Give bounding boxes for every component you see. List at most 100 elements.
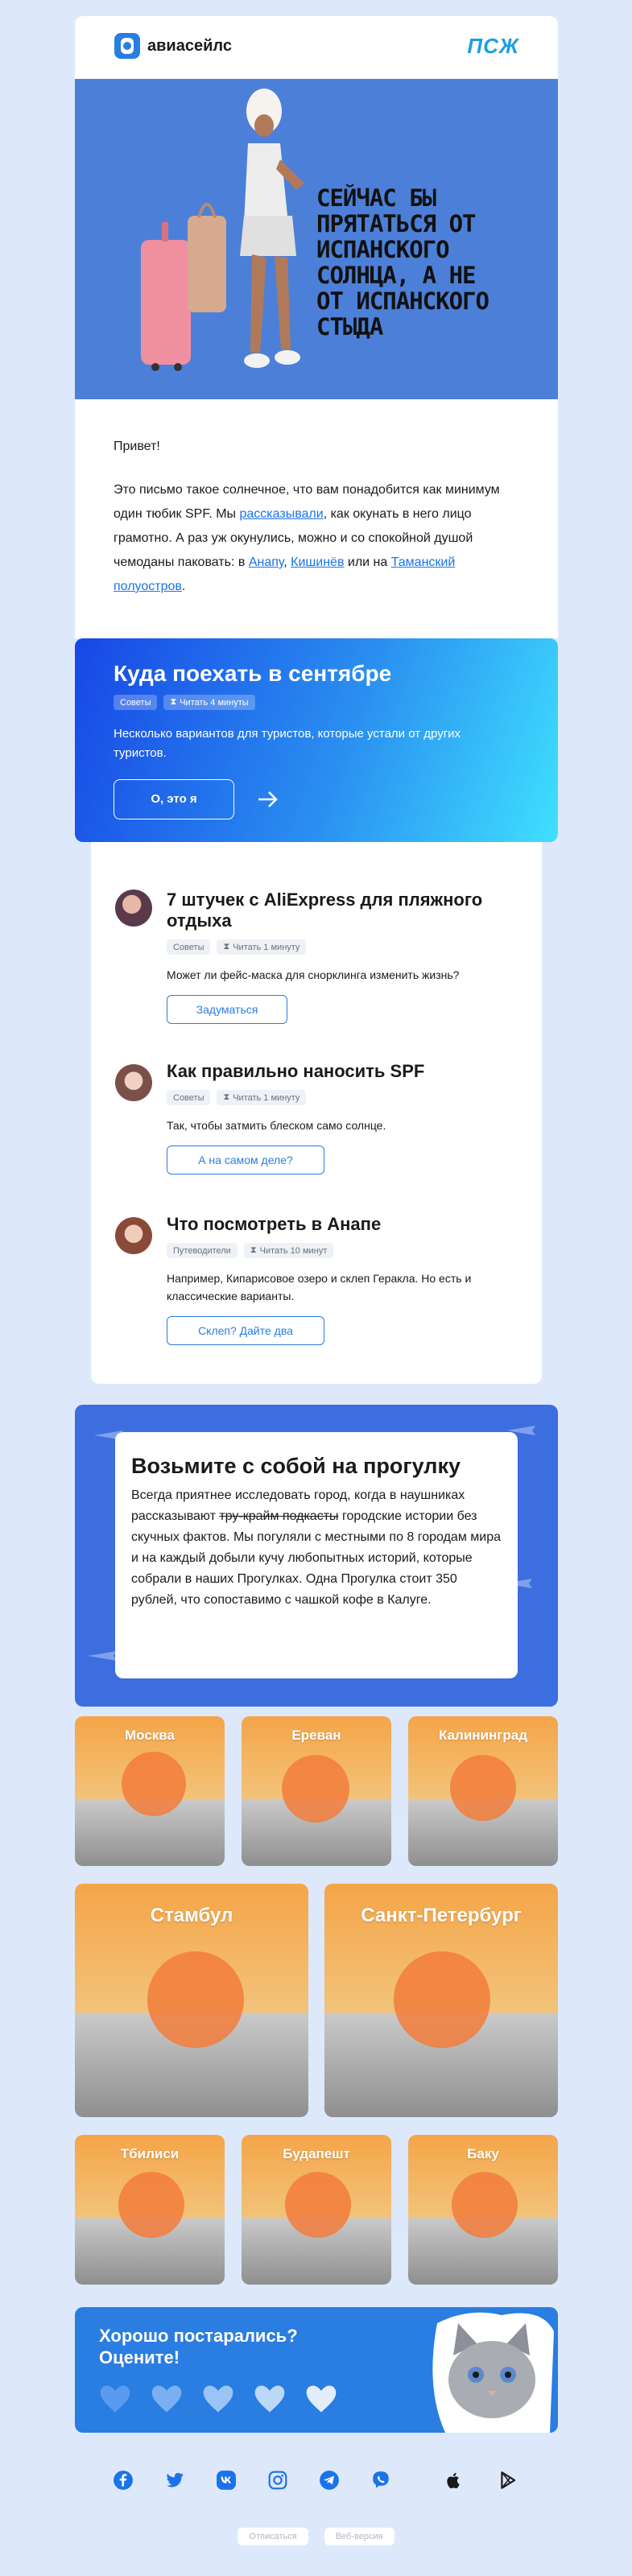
intro-section: Привет! Это письмо такое солнечное, что … bbox=[75, 399, 558, 638]
hourglass-icon: ⧗ bbox=[170, 697, 177, 707]
brand-name: авиасейлс bbox=[147, 36, 232, 55]
rating-hearts bbox=[97, 2381, 339, 2417]
article-tags: Советы ⧗ Читать 1 минуту bbox=[167, 1090, 518, 1105]
article-tags: Советы ⧗ Читать 1 минуту bbox=[167, 939, 518, 955]
apple-icon[interactable] bbox=[443, 2470, 464, 2491]
walks-text-part: городские истории без скучных фактов. Мы… bbox=[131, 1509, 501, 1607]
sun-decoration bbox=[394, 1951, 490, 2048]
sun-decoration bbox=[452, 2172, 518, 2238]
feature-button[interactable]: О, это я bbox=[114, 779, 234, 819]
sun-decoration bbox=[147, 1951, 244, 2048]
city-name: Стамбул bbox=[150, 1905, 233, 1926]
read-time-text: Читать 1 минуту bbox=[233, 942, 300, 952]
city-tile-baku[interactable]: Баку bbox=[408, 2135, 558, 2285]
read-time-pill: ⧗ Читать 4 минуты bbox=[163, 695, 255, 710]
intro-sep: или на bbox=[344, 555, 391, 569]
hero-traveler-illustration bbox=[141, 89, 304, 371]
tag-pill[interactable]: Советы bbox=[114, 695, 158, 710]
intro-sep: , bbox=[283, 555, 291, 569]
aviasales-logo[interactable]: авиасейлс bbox=[114, 32, 232, 60]
hero-headline: СЕЙЧАС БЫ ПРЯТАТЬСЯ ОТ ИСПАНСКОГО СОЛНЦА… bbox=[316, 184, 489, 341]
article-button[interactable]: Задуматься bbox=[167, 995, 287, 1024]
link-kishinev[interactable]: Кишинёв bbox=[291, 555, 344, 569]
tag-pill[interactable]: Советы bbox=[167, 1090, 211, 1105]
article-button[interactable]: А на самом деле? bbox=[167, 1146, 324, 1174]
facebook-icon[interactable] bbox=[113, 2470, 134, 2491]
web-version-link[interactable]: Веб-версия bbox=[324, 2528, 394, 2545]
sun-decoration bbox=[118, 2172, 184, 2238]
unsubscribe-link[interactable]: Отписаться bbox=[238, 2528, 308, 2545]
feature-tags: Советы ⧗ Читать 4 минуты bbox=[114, 695, 519, 710]
city-tile-istanbul[interactable]: Стамбул bbox=[75, 1884, 308, 2117]
tag-pill[interactable]: Путеводители bbox=[167, 1243, 238, 1258]
rating-section: Хорошо постарались? Оцените! bbox=[75, 2307, 558, 2433]
footer-links: Отписаться Веб-версия bbox=[0, 2528, 632, 2545]
link-anapa[interactable]: Анапу bbox=[249, 555, 283, 569]
city-name: Тбилиси bbox=[120, 2146, 180, 2161]
article-desc: Так, чтобы затмить блеском само солнце. bbox=[167, 1119, 386, 1132]
article-tags: Путеводители ⧗ Читать 10 минут bbox=[167, 1243, 518, 1258]
heart-icon[interactable] bbox=[200, 2381, 236, 2417]
heart-icon[interactable] bbox=[304, 2381, 339, 2417]
link-told[interactable]: рассказывали bbox=[239, 507, 323, 521]
city-tile-moscow[interactable]: Москва bbox=[75, 1716, 225, 1866]
city-name: Баку bbox=[467, 2146, 499, 2161]
heart-icon[interactable] bbox=[252, 2381, 287, 2417]
article-item: Как правильно наносить SPF Советы ⧗ Читат… bbox=[115, 1061, 518, 1174]
article-item: 7 штучек с AliExpress для пляжного отдых… bbox=[115, 890, 518, 1024]
walks-text: Всегда приятнее исследовать город, когда… bbox=[131, 1485, 502, 1611]
heart-icon[interactable] bbox=[97, 2381, 133, 2417]
intro-greeting: Привет! bbox=[114, 440, 160, 453]
author-avatar bbox=[115, 890, 152, 927]
viber-icon[interactable] bbox=[370, 2470, 391, 2491]
city-name: Будапешт bbox=[283, 2146, 350, 2161]
article-item: Что посмотреть в Анапе Путеводители ⧗ Чит… bbox=[115, 1214, 518, 1345]
read-time-pill: ⧗ Читать 1 минуту bbox=[217, 1090, 307, 1105]
sun-decoration bbox=[450, 1755, 516, 1821]
hourglass-icon: ⧗ bbox=[250, 1245, 257, 1255]
feature-card: Куда поехать в сентябре Советы ⧗ Читать 4… bbox=[75, 638, 558, 842]
plane-icon bbox=[88, 1651, 117, 1661]
vk-icon[interactable] bbox=[216, 2470, 237, 2491]
walks-card: Возьмите с собой на прогулку Всегда прия… bbox=[115, 1432, 518, 1678]
social-row bbox=[113, 2470, 519, 2494]
hourglass-icon: ⧗ bbox=[223, 1092, 230, 1102]
article-title[interactable]: Что посмотреть в Анапе bbox=[167, 1214, 518, 1235]
article-title[interactable]: 7 штучек с AliExpress для пляжного отдых… bbox=[167, 890, 518, 931]
read-time-pill: ⧗ Читать 1 минуту bbox=[217, 939, 307, 955]
read-time-text: Читать 1 минуту bbox=[233, 1092, 300, 1103]
sun-decoration bbox=[282, 1755, 349, 1823]
tag-pill[interactable]: Советы bbox=[167, 939, 211, 955]
walks-title: Возьмите с собой на прогулку bbox=[131, 1454, 461, 1478]
aviasales-logo-icon bbox=[114, 33, 140, 59]
walks-strike: тру-крайм подкасты bbox=[219, 1509, 339, 1523]
feature-desc: Несколько вариантов для туристов, которы… bbox=[114, 727, 461, 760]
city-tile-tbilisi[interactable]: Тбилиси bbox=[75, 2135, 225, 2285]
author-avatar bbox=[115, 1217, 152, 1254]
instagram-icon[interactable] bbox=[267, 2470, 288, 2491]
partner-logo[interactable]: ПСЖ bbox=[467, 34, 519, 59]
intro-end: . bbox=[181, 580, 186, 593]
city-tile-budapest[interactable]: Будапешт bbox=[242, 2135, 391, 2285]
read-time-pill: ⧗ Читать 10 минут bbox=[243, 1243, 334, 1258]
arrow-right-icon[interactable] bbox=[257, 790, 279, 809]
read-time-text: Читать 10 минут bbox=[259, 1245, 328, 1256]
city-tile-yerevan[interactable]: Ереван bbox=[242, 1716, 391, 1866]
telegram-icon[interactable] bbox=[319, 2470, 340, 2491]
article-button[interactable]: Склеп? Дайте два bbox=[167, 1316, 324, 1345]
city-tile-kaliningrad[interactable]: Калининград bbox=[408, 1716, 558, 1866]
email-header: авиасейлс ПСЖ bbox=[75, 16, 558, 79]
sun-decoration bbox=[285, 2172, 351, 2238]
sun-decoration bbox=[122, 1752, 186, 1816]
city-tile-saint-petersburg[interactable]: Санкт-Петербург bbox=[324, 1884, 558, 2117]
google-play-icon[interactable] bbox=[498, 2470, 518, 2491]
city-name: Ереван bbox=[291, 1728, 341, 1743]
feature-title: Куда поехать в сентябре bbox=[114, 661, 392, 686]
heart-icon[interactable] bbox=[149, 2381, 184, 2417]
twitter-icon[interactable] bbox=[164, 2470, 185, 2491]
intro-text: Это письмо такое солнечное, что вам пона… bbox=[114, 478, 519, 599]
partner-logo-text: ПСЖ bbox=[467, 34, 519, 58]
kitten-illustration bbox=[432, 2312, 554, 2433]
read-time-text: Читать 4 минуты bbox=[180, 697, 249, 708]
article-title[interactable]: Как правильно наносить SPF bbox=[167, 1061, 518, 1082]
